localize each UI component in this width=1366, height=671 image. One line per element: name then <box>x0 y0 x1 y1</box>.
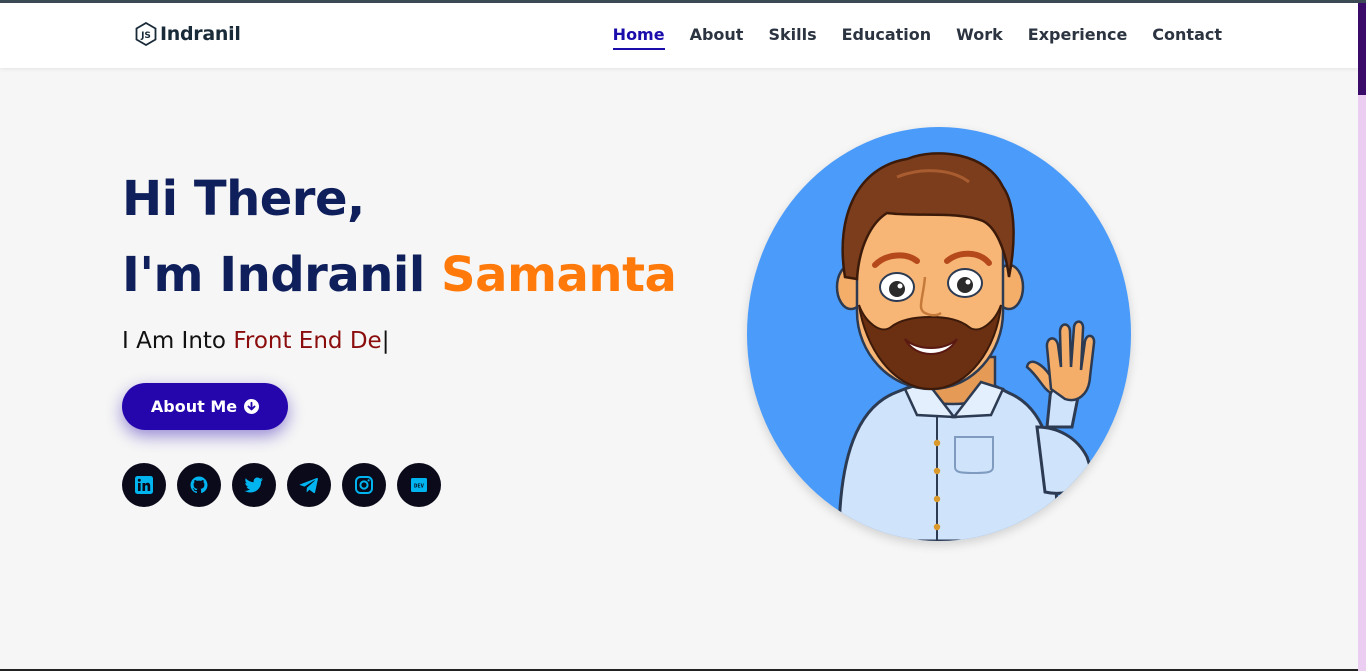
twitter-icon <box>244 477 263 493</box>
arrow-circle-down-icon <box>244 399 260 414</box>
telegram-icon <box>299 477 318 494</box>
scrollbar-thumb[interactable] <box>1358 3 1366 95</box>
twitter-link[interactable] <box>232 463 276 507</box>
about-me-label: About Me <box>150 397 238 416</box>
github-icon <box>190 476 208 494</box>
brand-logo[interactable]: JS Indranil <box>135 22 241 46</box>
nav-education[interactable]: Education <box>842 25 932 50</box>
nav-work[interactable]: Work <box>956 25 1003 50</box>
subtitle-prefix: I Am Into <box>122 328 234 354</box>
dev-link[interactable]: DEV <box>397 463 441 507</box>
nav-skills[interactable]: Skills <box>768 25 816 50</box>
nav-home[interactable]: Home <box>612 25 665 50</box>
linkedin-link[interactable] <box>122 463 166 507</box>
hero-subtitle: I Am Into Front End De| <box>122 328 389 354</box>
hero-name-accent: Samanta <box>441 247 677 303</box>
hero-greeting: Hi There, <box>122 171 365 227</box>
telegram-link[interactable] <box>287 463 331 507</box>
nodejs-icon: JS <box>135 22 157 46</box>
typed-text: Front End De <box>233 328 382 354</box>
dev-icon: DEV <box>411 478 427 492</box>
nav-experience[interactable]: Experience <box>1028 25 1128 50</box>
cartoon-avatar-illustration <box>835 152 1096 541</box>
nav-contact[interactable]: Contact <box>1152 25 1222 50</box>
typing-cursor: | <box>381 328 390 354</box>
hero-name-heading: I'm Indranil Samanta <box>122 247 677 303</box>
brand-name: Indranil <box>160 23 241 45</box>
dev-icon-label: DEV <box>414 484 425 490</box>
instagram-link[interactable] <box>342 463 386 507</box>
instagram-icon <box>355 476 373 494</box>
nav-about[interactable]: About <box>690 25 744 50</box>
hero-name-prefix: I'm Indranil <box>122 247 442 303</box>
linkedin-icon <box>135 476 153 494</box>
social-links: DEV <box>122 463 441 507</box>
main-nav: Home About Skills Education Work Experie… <box>612 25 1222 50</box>
github-link[interactable] <box>177 463 221 507</box>
about-me-button[interactable]: About Me <box>122 383 288 430</box>
svg-text:JS: JS <box>140 31 151 41</box>
scrollbar-track[interactable] <box>1358 3 1366 671</box>
navbar: JS Indranil Home About Skills Education … <box>0 3 1358 68</box>
profile-avatar <box>747 127 1131 541</box>
